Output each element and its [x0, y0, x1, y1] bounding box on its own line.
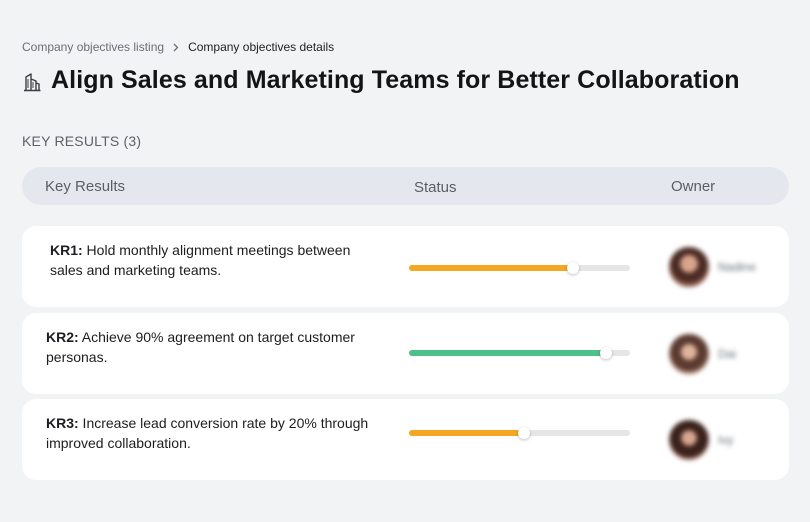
avatar: [669, 247, 709, 287]
progress-handle[interactable]: [517, 427, 530, 439]
breadcrumb-objectives-listing-link[interactable]: Company objectives listing: [22, 40, 164, 54]
key-result-code: KR3:: [46, 415, 79, 431]
page-header: Align Sales and Marketing Teams for Bett…: [22, 66, 740, 95]
key-result-code: KR2:: [46, 329, 79, 345]
building-icon: [22, 70, 42, 92]
chevron-right-icon: [173, 43, 179, 52]
key-result-description: KR3: Increase lead conversion rate by 20…: [46, 413, 376, 453]
progress-handle[interactable]: [566, 262, 579, 274]
owner-name: Nadine: [718, 260, 757, 274]
key-result-code: KR1:: [50, 242, 83, 258]
column-header-status: Status: [414, 179, 457, 196]
key-result-text: Hold monthly alignment meetings between …: [50, 242, 351, 278]
breadcrumb-current: Company objectives details: [188, 40, 335, 54]
key-result-description: KR2: Achieve 90% agreement on target cus…: [46, 327, 376, 367]
key-result-description: KR1: Hold monthly alignment meetings bet…: [50, 240, 380, 280]
key-results-count-label: KEY RESULTS (3): [22, 133, 142, 149]
progress-handle[interactable]: [599, 347, 612, 359]
progress-fill: [409, 265, 573, 271]
breadcrumb: Company objectives listing Company objec…: [22, 40, 334, 54]
key-result-row-kr3[interactable]: KR3: Increase lead conversion rate by 20…: [22, 399, 789, 480]
avatar: [669, 420, 709, 460]
column-header-owner: Owner: [671, 178, 716, 195]
key-results-table-header: Key Results Status Owner: [22, 167, 789, 205]
avatar: [669, 334, 709, 374]
owner[interactable]: Ivy: [669, 420, 733, 460]
page-title: Align Sales and Marketing Teams for Bett…: [51, 66, 740, 94]
progress-bar: [409, 347, 630, 359]
key-result-text: Increase lead conversion rate by 20% thr…: [46, 415, 369, 451]
progress-fill: [409, 430, 524, 436]
key-result-row-kr1[interactable]: KR1: Hold monthly alignment meetings bet…: [22, 226, 789, 307]
column-header-key-results: Key Results: [45, 178, 126, 195]
progress-fill: [409, 350, 606, 356]
key-result-text: Achieve 90% agreement on target customer…: [46, 329, 355, 365]
key-result-row-kr2[interactable]: KR2: Achieve 90% agreement on target cus…: [22, 313, 789, 394]
progress-bar: [409, 427, 630, 439]
owner[interactable]: Nadine: [669, 247, 756, 287]
progress-bar: [409, 262, 630, 274]
owner[interactable]: Dai: [669, 334, 736, 374]
owner-name: Ivy: [718, 433, 734, 447]
owner-name: Dai: [718, 347, 737, 361]
